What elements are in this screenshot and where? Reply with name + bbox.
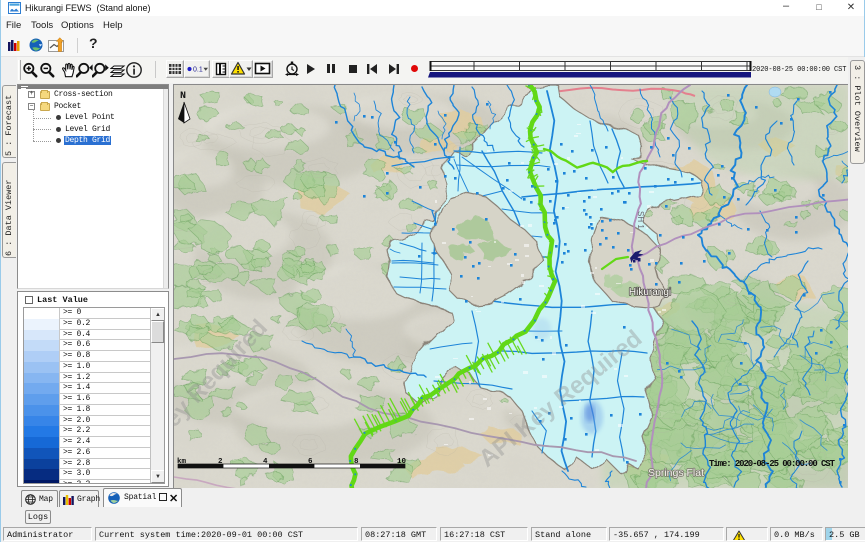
svg-text:0.1: 0.1 — [193, 67, 203, 74]
svg-text:Hikurangi: Hikurangi — [629, 287, 671, 298]
svg-text:Springs Flat: Springs Flat — [648, 467, 704, 479]
svg-text:Time: 2020-08-25 00:00:00 CST: Time: 2020-08-25 00:00:00 CST — [709, 459, 836, 469]
svg-text:N: N — [180, 91, 186, 102]
svg-text:SH 1: SH 1 — [636, 211, 645, 229]
